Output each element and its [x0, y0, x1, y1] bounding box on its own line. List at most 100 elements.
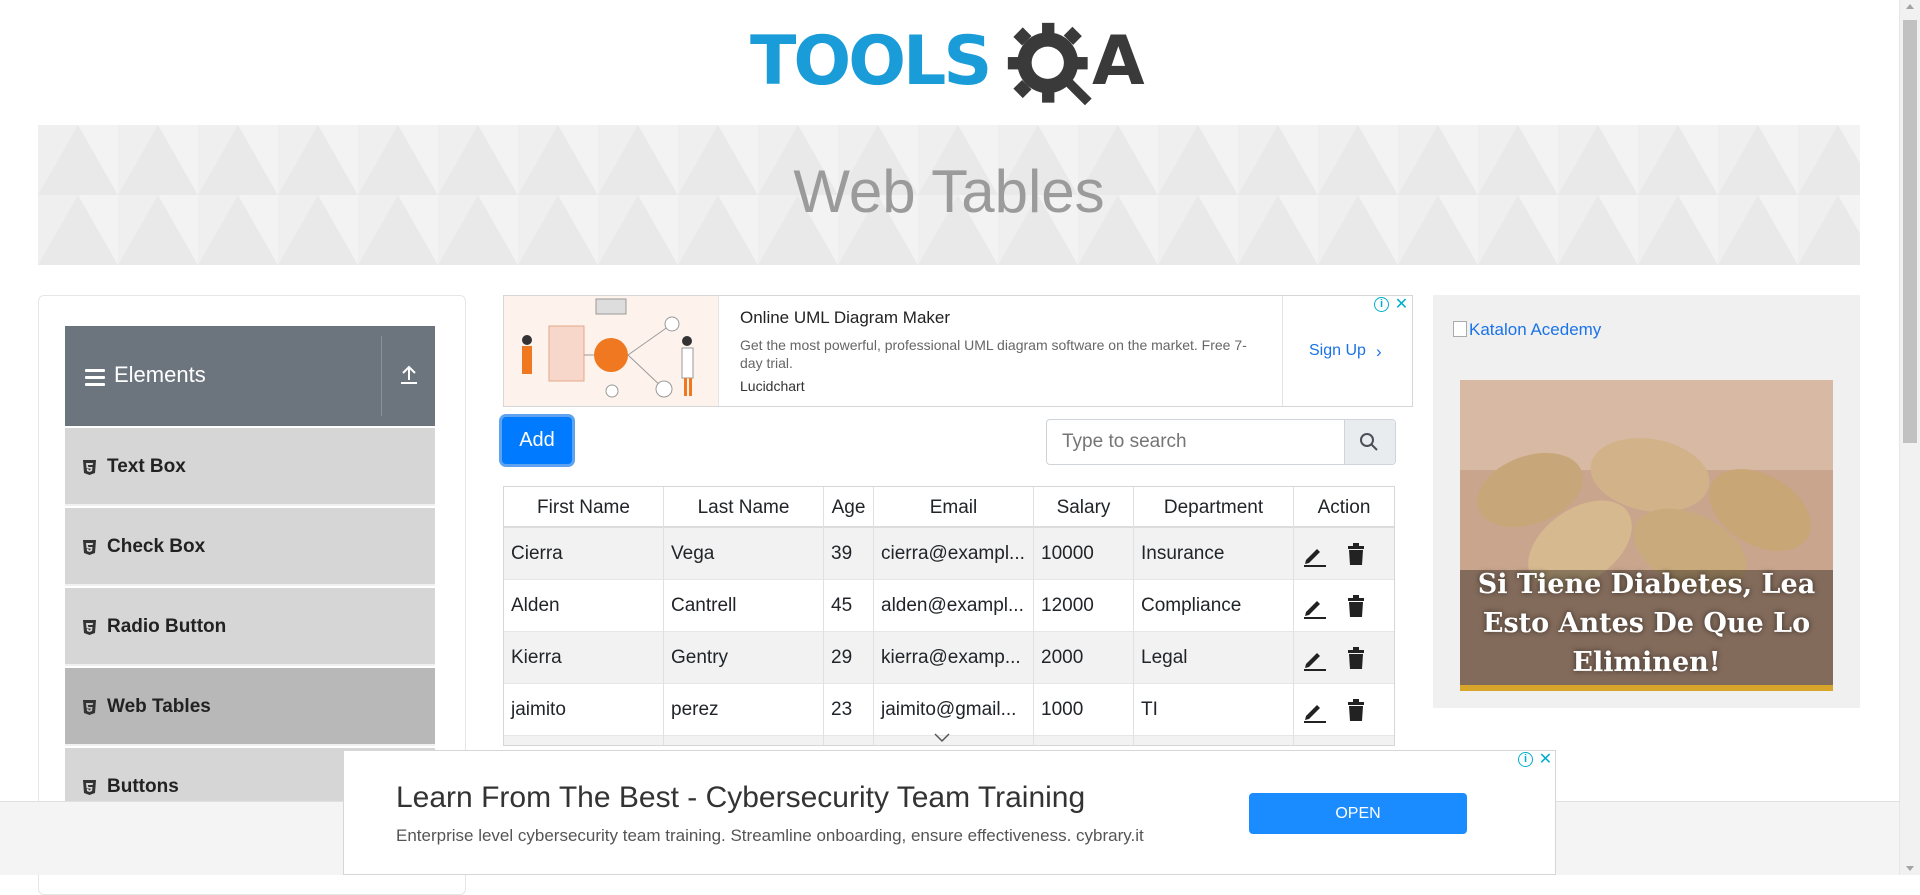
- add-button[interactable]: Add: [502, 417, 572, 464]
- cell-department: Compliance: [1134, 580, 1294, 632]
- html5-icon: [83, 620, 96, 635]
- ad-brand: Lucidchart: [740, 378, 805, 394]
- sidebar-item-check-box[interactable]: Check Box: [65, 508, 435, 586]
- cell-last-name: Gentry: [664, 632, 824, 684]
- cell-first-name: Alden: [504, 580, 664, 632]
- scroll-up-arrow-icon[interactable]: [1906, 4, 1914, 9]
- cell-last-name: Vega: [664, 528, 824, 580]
- cell-email: alden@exampl...: [874, 580, 1034, 632]
- column-header-salary[interactable]: Salary: [1034, 487, 1134, 528]
- delete-trash-icon[interactable]: [1346, 595, 1366, 617]
- cell-age: 29: [824, 632, 874, 684]
- delete-trash-icon[interactable]: [1346, 647, 1366, 669]
- cell-first-name: Kierra: [504, 632, 664, 684]
- column-header-department[interactable]: Department: [1134, 487, 1294, 528]
- ad-banner-lucidchart[interactable]: Online UML Diagram Maker Get the most po…: [503, 295, 1413, 407]
- table-header: First Name Last Name Age Email Salary De…: [504, 487, 1394, 528]
- cell-salary: 1000: [1034, 684, 1134, 736]
- ad-description: Enterprise level cybersecurity team trai…: [396, 826, 1144, 845]
- sidebar-item-label: Check Box: [107, 536, 206, 557]
- ad-caption: Si Tiene Diabetes, Lea Esto Antes De Que…: [1477, 569, 1816, 678]
- adchoices-info-icon[interactable]: i: [1374, 297, 1389, 312]
- html5-icon: [83, 780, 96, 795]
- chevron-down-icon[interactable]: [934, 733, 950, 743]
- web-table: First Name Last Name Age Email Salary De…: [503, 486, 1395, 746]
- group-header-elements[interactable]: Elements: [65, 326, 435, 426]
- cell-email: jaimito@gmail...: [874, 684, 1034, 736]
- search-input[interactable]: [1047, 420, 1344, 464]
- cell-last-name: perez: [664, 684, 824, 736]
- page-banner: Web Tables: [38, 125, 1860, 265]
- adchoices-control[interactable]: i ✕: [1516, 751, 1554, 770]
- adchoices-control[interactable]: i ✕: [1372, 296, 1410, 315]
- cell-first-name: jaimito: [504, 684, 664, 736]
- ad-description: Get the most powerful, professional UML …: [740, 337, 1247, 371]
- edit-pencil-icon[interactable]: [1302, 543, 1326, 567]
- ad-photo-cashews[interactable]: Si Tiene Diabetes, Lea Esto Antes De Que…: [1460, 380, 1833, 685]
- ad-headline: Online UML Diagram Maker: [740, 308, 951, 327]
- edit-pencil-icon[interactable]: [1302, 595, 1326, 619]
- cell-action: [1294, 580, 1394, 632]
- html5-icon: [83, 540, 96, 555]
- logo-text-a: A: [1092, 22, 1145, 101]
- sidebar-item-label: Text Box: [107, 456, 186, 477]
- column-header-email[interactable]: Email: [874, 487, 1034, 528]
- cell-salary: 12000: [1034, 580, 1134, 632]
- table-row: Kierra Gentry 29 kierra@examp... 2000 Le…: [504, 632, 1394, 684]
- delete-trash-icon[interactable]: [1346, 543, 1366, 565]
- sidebar-item-label: Radio Button: [107, 616, 227, 637]
- column-header-age[interactable]: Age: [824, 487, 874, 528]
- cell-department: Insurance: [1134, 528, 1294, 580]
- sidebar-item-text-box[interactable]: Text Box: [65, 428, 435, 506]
- cell-email: cierra@exampl...: [874, 528, 1034, 580]
- logo-text-tools: TOOLS: [750, 22, 992, 101]
- scroll-down-arrow-icon[interactable]: [1906, 866, 1914, 871]
- ad-illustration: [504, 296, 719, 406]
- sidebar-item-web-tables[interactable]: Web Tables: [65, 668, 435, 746]
- search-icon: [1360, 433, 1378, 451]
- cell-age: 45: [824, 580, 874, 632]
- ad-signup-link[interactable]: Sign Up: [1309, 342, 1366, 360]
- ad-headline: Learn From The Best - Cybersecurity Team…: [396, 781, 1086, 814]
- scrollbar-thumb[interactable]: [1903, 20, 1917, 443]
- table-row: jaimito perez 23 jaimito@gmail... 1000 T…: [504, 684, 1394, 736]
- sidebar-item-label: Web Tables: [107, 696, 211, 717]
- edit-pencil-icon[interactable]: [1302, 699, 1326, 723]
- cell-last-name: Cantrell: [664, 580, 824, 632]
- vertical-scrollbar[interactable]: [1899, 0, 1920, 875]
- cell-age: 23: [824, 684, 874, 736]
- column-header-first-name[interactable]: First Name: [504, 487, 664, 528]
- toolsqa-logo[interactable]: TOOLS A: [750, 18, 1155, 114]
- column-header-action: Action: [1317, 497, 1371, 518]
- ad-close-icon[interactable]: ✕: [1393, 296, 1410, 313]
- chevron-right-icon[interactable]: ›: [1376, 342, 1382, 362]
- hamburger-icon: [85, 369, 105, 386]
- cell-department: Legal: [1134, 632, 1294, 684]
- gear-magnifier-icon: [1007, 22, 1092, 106]
- cell-email: kierra@examp...: [874, 632, 1034, 684]
- html5-icon: [83, 700, 96, 715]
- cell-age: 39: [824, 528, 874, 580]
- column-header-last-name[interactable]: Last Name: [664, 487, 824, 528]
- edit-pencil-icon[interactable]: [1302, 647, 1326, 671]
- html5-icon: [83, 460, 96, 475]
- ad-close-icon[interactable]: ✕: [1537, 751, 1554, 768]
- delete-trash-icon[interactable]: [1346, 699, 1366, 721]
- cell-action: [1294, 528, 1394, 580]
- ad-katalon[interactable]: Katalon Acedemy Si Tiene Diabetes, Lea E…: [1433, 295, 1860, 708]
- cell-salary: 10000: [1034, 528, 1134, 580]
- sidebar-item-radio-button[interactable]: Radio Button: [65, 588, 435, 666]
- ad-open-button[interactable]: OPEN: [1249, 793, 1467, 834]
- cell-first-name: Cierra: [504, 528, 664, 580]
- cell-salary: 2000: [1034, 632, 1134, 684]
- table-row: Cierra Vega 39 cierra@exampl... 10000 In…: [504, 528, 1394, 580]
- cell-action: [1294, 632, 1394, 684]
- cell-action: [1294, 684, 1394, 736]
- broken-image-link[interactable]: Katalon Acedemy: [1453, 320, 1601, 340]
- adchoices-info-icon[interactable]: i: [1518, 752, 1533, 767]
- cell-department: TI: [1134, 684, 1294, 736]
- collapse-upload-icon[interactable]: [399, 364, 419, 386]
- page-title: Web Tables: [793, 158, 1105, 225]
- ad-banner-cybrary[interactable]: Learn From The Best - Cybersecurity Team…: [343, 750, 1556, 875]
- search-button[interactable]: [1344, 420, 1395, 464]
